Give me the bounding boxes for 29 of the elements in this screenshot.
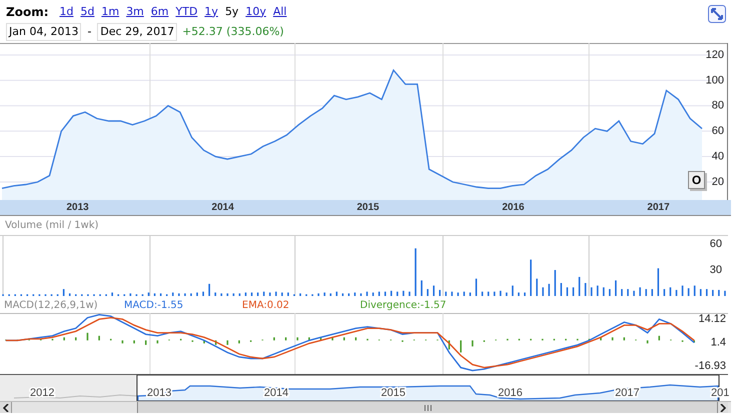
indicator-readout: EMA:0.02: [242, 298, 290, 312]
axis-tick-label: 100: [706, 74, 724, 86]
year-label: 2013: [65, 201, 90, 215]
axis-tick-label: 120: [706, 48, 724, 61]
navigator-year-label: 2015: [381, 387, 406, 399]
year-label: 2017: [646, 201, 671, 215]
navigator-year-label: 2012: [30, 387, 54, 399]
axis-tick-label: 60: [710, 238, 722, 250]
date-separator: -: [86, 24, 92, 40]
axis-tick-label: 80: [712, 100, 724, 112]
navigator-year-label: 2017: [615, 387, 640, 399]
macd-title: MACD(12,26,9,1w): [4, 298, 99, 312]
price-change: +52.37 (335.06%): [182, 24, 284, 40]
axis-tick-label: -16.93: [694, 360, 726, 372]
zoom-label: Zoom:: [6, 4, 48, 21]
year-label: 2014: [210, 201, 235, 215]
year-label: 2015: [356, 201, 380, 215]
axis-tick-label: 30: [710, 264, 722, 276]
navigator-year-label: 2014: [264, 387, 288, 399]
axis-tick-label: 40: [712, 150, 724, 163]
volume-title: Volume (mil / 1wk): [5, 219, 99, 233]
navigator-year-label: 2016: [498, 387, 522, 399]
year-label: 2016: [501, 201, 526, 215]
axis-tick-label: 20: [712, 176, 724, 188]
indicator-readout: Divergence:-1.57: [360, 298, 448, 312]
axis-tick-label: 1.4: [710, 336, 726, 348]
axis-tick-label: 60: [712, 125, 724, 138]
indicator-readout: MACD:-1.55: [124, 298, 184, 312]
axis-tick-label: 14.12: [698, 313, 726, 326]
